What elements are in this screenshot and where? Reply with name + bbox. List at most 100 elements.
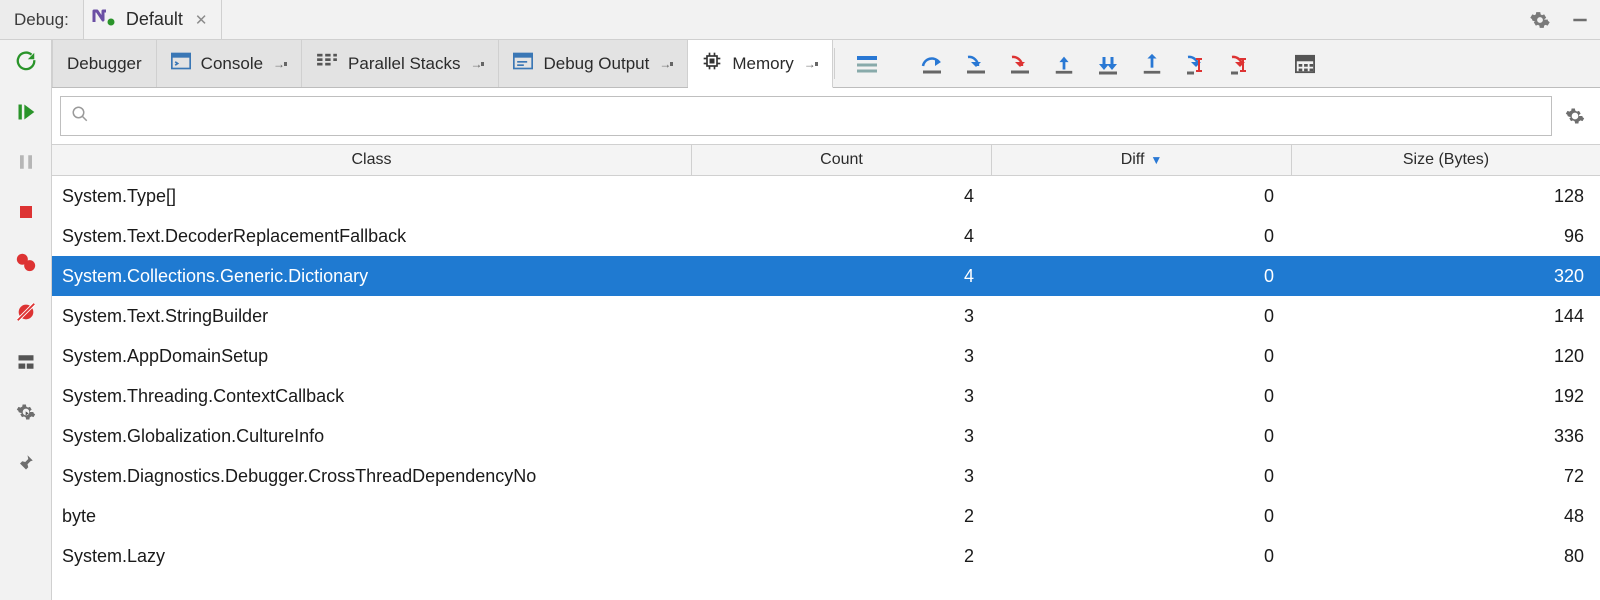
memory-search-box[interactable]: [60, 96, 1552, 136]
table-row[interactable]: System.Text.StringBuilder30144: [52, 296, 1600, 336]
cell-diff: 0: [992, 346, 1292, 367]
layout-settings-button[interactable]: [10, 348, 42, 376]
pause-button[interactable]: [10, 148, 42, 176]
cell-class: System.Type[]: [52, 186, 692, 207]
cell-count: 3: [692, 466, 992, 487]
stacks-icon: [316, 52, 338, 75]
table-row[interactable]: System.Diagnostics.Debugger.CrossThreadD…: [52, 456, 1600, 496]
cell-class: byte: [52, 506, 692, 527]
cell-diff: 0: [992, 506, 1292, 527]
memory-table-header: Class Count Diff ▼ Size (Bytes): [52, 144, 1600, 176]
memory-view-settings-icon[interactable]: [1558, 99, 1592, 133]
table-row[interactable]: System.Lazy2080: [52, 536, 1600, 576]
toolbar-separator: [834, 48, 835, 79]
detach-icon[interactable]: [273, 57, 287, 71]
cell-count: 2: [692, 506, 992, 527]
run-to-cursor-button[interactable]: [1139, 51, 1165, 77]
cell-diff: 0: [992, 266, 1292, 287]
run-config-name: Default: [126, 9, 183, 30]
table-row[interactable]: byte2048: [52, 496, 1600, 536]
minimize-tool-window-icon[interactable]: [1560, 0, 1600, 39]
debug-window-title: Debug:: [0, 0, 84, 39]
stop-button[interactable]: [10, 198, 42, 226]
tab-label: Memory: [732, 54, 793, 74]
tab-label: Debugger: [67, 54, 142, 74]
detach-icon[interactable]: [659, 57, 673, 71]
memory-search-input[interactable]: [89, 107, 1541, 125]
cell-count: 3: [692, 346, 992, 367]
cell-count: 4: [692, 186, 992, 207]
force-step-into-button[interactable]: [1007, 51, 1033, 77]
output-icon: [513, 52, 533, 75]
debug-gutter: [0, 40, 52, 600]
cell-size: 120: [1292, 346, 1600, 367]
step-out-button[interactable]: [1051, 51, 1077, 77]
cell-class: System.AppDomainSetup: [52, 346, 692, 367]
tab-label: Parallel Stacks: [348, 54, 460, 74]
cell-class: System.Globalization.CultureInfo: [52, 426, 692, 447]
tab-console[interactable]: Console: [157, 40, 302, 87]
column-header-size[interactable]: Size (Bytes): [1292, 145, 1600, 175]
close-run-config-icon[interactable]: ✕: [191, 11, 212, 29]
step-over-button[interactable]: [919, 51, 945, 77]
sort-indicator-icon: ▼: [1150, 153, 1162, 167]
evaluate-expression-button[interactable]: [1292, 51, 1318, 77]
force-run-to-cursor-button[interactable]: [1227, 51, 1253, 77]
cell-count: 3: [692, 426, 992, 447]
column-header-count[interactable]: Count: [692, 145, 992, 175]
smart-step-into-button[interactable]: [1183, 51, 1209, 77]
cell-size: 128: [1292, 186, 1600, 207]
cell-class: System.Lazy: [52, 546, 692, 567]
column-header-diff[interactable]: Diff ▼: [992, 145, 1292, 175]
show-execution-point-button[interactable]: [854, 51, 880, 77]
cell-diff: 0: [992, 306, 1292, 327]
tab-label: Console: [201, 54, 263, 74]
table-row[interactable]: System.Text.DecoderReplacementFallback40…: [52, 216, 1600, 256]
cell-size: 336: [1292, 426, 1600, 447]
cell-count: 3: [692, 386, 992, 407]
tab-memory[interactable]: Memory: [688, 40, 832, 88]
cell-diff: 0: [992, 226, 1292, 247]
cell-count: 3: [692, 306, 992, 327]
cell-size: 192: [1292, 386, 1600, 407]
table-row[interactable]: System.Globalization.CultureInfo30336: [52, 416, 1600, 456]
cell-class: System.Threading.ContextCallback: [52, 386, 692, 407]
memory-table-body: System.Type[]40128System.Text.DecoderRep…: [52, 176, 1600, 600]
pin-tool-window-button[interactable]: [10, 448, 42, 476]
column-header-class[interactable]: Class: [52, 145, 692, 175]
tool-window-settings-icon[interactable]: [1520, 0, 1560, 39]
cell-diff: 0: [992, 426, 1292, 447]
cell-size: 144: [1292, 306, 1600, 327]
table-row[interactable]: System.Type[]40128: [52, 176, 1600, 216]
tab-parallel-stacks[interactable]: Parallel Stacks: [302, 40, 499, 87]
debug-view-tabs: Debugger Console: [52, 40, 833, 87]
step-into-button[interactable]: [963, 51, 989, 77]
tab-debug-output[interactable]: Debug Output: [499, 40, 688, 87]
cell-diff: 0: [992, 186, 1292, 207]
cell-diff: 0: [992, 546, 1292, 567]
table-row[interactable]: System.Threading.ContextCallback30192: [52, 376, 1600, 416]
table-row[interactable]: System.AppDomainSetup30120: [52, 336, 1600, 376]
debug-views-toolbar: Debugger Console: [52, 40, 1600, 88]
view-breakpoints-button[interactable]: [10, 248, 42, 276]
rerun-button[interactable]: [10, 48, 42, 76]
cell-diff: 0: [992, 466, 1292, 487]
console-icon: [171, 52, 191, 75]
mute-breakpoints-button[interactable]: [10, 298, 42, 326]
detach-icon[interactable]: [804, 57, 818, 71]
resume-button[interactable]: [10, 98, 42, 126]
cell-count: 4: [692, 266, 992, 287]
drop-frame-button[interactable]: [1095, 51, 1121, 77]
search-icon: [71, 105, 89, 127]
cell-size: 80: [1292, 546, 1600, 567]
cell-class: System.Text.DecoderReplacementFallback: [52, 226, 692, 247]
table-row[interactable]: System.Collections.Generic.Dictionary403…: [52, 256, 1600, 296]
cell-size: 48: [1292, 506, 1600, 527]
run-config-tab[interactable]: Default ✕: [84, 0, 223, 39]
column-header-diff-label: Diff: [1121, 151, 1145, 169]
header-spacer: [222, 0, 1520, 39]
memory-chip-icon: [702, 51, 722, 76]
tab-debugger[interactable]: Debugger: [52, 40, 157, 87]
detach-icon[interactable]: [470, 57, 484, 71]
debug-settings-button[interactable]: [10, 398, 42, 426]
